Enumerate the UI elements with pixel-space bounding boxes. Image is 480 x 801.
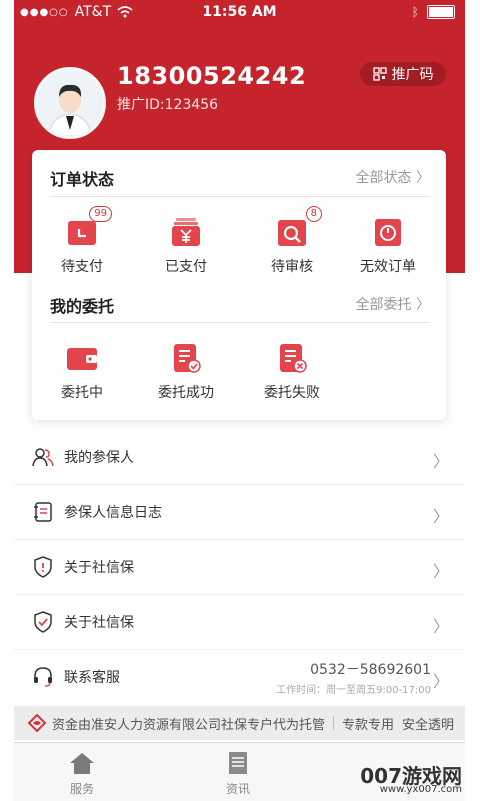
menu-item-info-log[interactable]: 参保人信息日志 〉 — [14, 485, 465, 540]
chevron-right-icon: 〉 — [432, 452, 449, 471]
status-bar: ●●●○○ AT&T 11:56 AM ᛒ — [14, 0, 465, 26]
yuan-icon — [172, 218, 200, 246]
entrust-item-label: 委托中 — [61, 385, 103, 401]
tag-dedicated: 专款专用 — [342, 717, 395, 733]
entrust-item-label: 委托成功 — [158, 385, 214, 401]
tab-label: 服务 — [69, 782, 94, 796]
menu-item-label: 关于社信保 — [64, 560, 134, 576]
headset-icon — [34, 667, 52, 687]
divider — [50, 196, 430, 197]
custody-text: 资金由准安人力资源有限公司社保专户代为托管 — [52, 717, 326, 733]
order-item-label: 已支付 — [165, 259, 207, 275]
menu-list: 我的参保人 〉 参保人信息日志 〉 关于社信保 〉 关于社信保 〉 联系客服 0… — [14, 430, 465, 704]
divider — [50, 322, 430, 323]
doc-check-icon — [174, 344, 201, 373]
badge-count: 99 — [89, 206, 112, 222]
chevron-right-icon: 〉 — [432, 617, 449, 636]
chevron-right-icon: 〉 — [432, 507, 449, 526]
menu-item-about-1[interactable]: 关于社信保 〉 — [14, 540, 465, 595]
qr-code-icon — [372, 67, 387, 81]
shield-alert-icon — [34, 556, 52, 578]
tab-service[interactable]: 服务 — [42, 751, 122, 797]
battery-icon — [427, 5, 455, 19]
service-hours: 工作时间：周一至周五9:00-17:00 — [276, 684, 431, 696]
menu-item-label: 联系客服 — [64, 670, 120, 686]
wallet-icon — [67, 348, 97, 370]
order-item-label: 无效订单 — [360, 259, 416, 275]
bluetooth-icon: ᛒ — [411, 5, 419, 19]
news-icon — [229, 752, 247, 774]
clock: 11:56 AM — [202, 4, 277, 20]
entrust-item-label: 委托失败 — [264, 385, 320, 401]
invalid-order-icon — [375, 219, 401, 246]
menu-item-my-insured[interactable]: 我的参保人 〉 — [14, 430, 465, 485]
all-orders-link[interactable]: 全部状态 〉 — [356, 167, 430, 187]
promo-code-label: 推广码 — [391, 67, 434, 83]
order-invalid[interactable]: 无效订单 — [348, 216, 428, 276]
promo-code-button[interactable]: 推广码 — [360, 62, 446, 86]
tab-label: 资讯 — [225, 782, 250, 796]
watermark-url: www.yx007.com — [379, 784, 462, 795]
order-item-label: 待支付 — [61, 259, 103, 275]
order-item-label: 待审核 — [271, 259, 313, 275]
promo-id: 推广ID:123456 — [117, 97, 219, 113]
order-under-review[interactable]: 8 待审核 — [252, 206, 332, 276]
order-status-title: 订单状态 — [50, 170, 115, 189]
chevron-right-icon: 〉 — [432, 672, 449, 691]
menu-item-label: 关于社信保 — [64, 615, 134, 631]
status-card: 订单状态 全部状态 〉 99 待支付 已支付 8 待审核 无效订单 我的委托 全… — [32, 150, 446, 420]
order-paid[interactable]: 已支付 — [146, 216, 226, 276]
menu-item-label: 参保人信息日志 — [64, 505, 162, 521]
custody-notice: 资金由准安人力资源有限公司社保专户代为托管 专款专用 安全透明 — [14, 706, 465, 740]
service-contact: 0532－58692601 工作时间：周一至周五9:00-17:00 — [276, 659, 431, 696]
user-phone: 18300524242 — [117, 62, 307, 90]
menu-item-about-2[interactable]: 关于社信保 〉 — [14, 595, 465, 650]
entrust-success[interactable]: 委托成功 — [146, 342, 226, 402]
entrust-in-progress[interactable]: 委托中 — [42, 342, 122, 402]
user-portrait-icon — [37, 70, 103, 136]
all-entrust-link[interactable]: 全部委托 〉 — [356, 294, 430, 314]
entrust-title: 我的委托 — [50, 297, 115, 316]
entrust-failed[interactable]: 委托失败 — [252, 342, 332, 402]
menu-item-label: 我的参保人 — [64, 450, 134, 466]
avatar[interactable] — [34, 67, 106, 139]
badge-count: 8 — [305, 206, 322, 222]
log-icon — [34, 502, 52, 522]
service-phone[interactable]: 0532－58692601 — [276, 659, 431, 679]
people-icon — [32, 448, 54, 467]
tab-news[interactable]: 资讯 — [198, 751, 278, 797]
shield-check-icon — [34, 611, 52, 633]
chevron-right-icon: 〉 — [432, 562, 449, 581]
doc-fail-icon — [280, 344, 307, 373]
search-doc-icon — [278, 220, 306, 246]
company-logo-icon — [28, 714, 46, 732]
divider — [333, 716, 335, 730]
tag-safe: 安全透明 — [402, 717, 455, 733]
order-pending-payment[interactable]: 99 待支付 — [42, 206, 122, 276]
menu-item-customer-service[interactable]: 联系客服 0532－58692601 工作时间：周一至周五9:00-17:00 … — [14, 650, 465, 704]
home-icon — [70, 753, 94, 774]
